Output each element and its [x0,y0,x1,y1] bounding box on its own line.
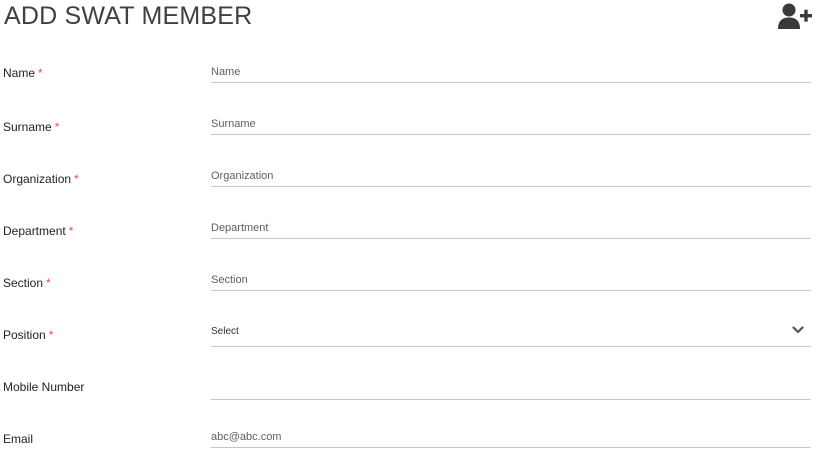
chevron-down-icon[interactable] [792,325,804,335]
name-row: Name * [0,60,817,112]
required-mark: * [68,224,74,238]
surname-row: Surname * [0,112,817,164]
section-label: Section * [3,276,51,290]
name-label: Name * [3,66,43,80]
section-label-text: Section [3,276,44,290]
position-select-value: Select [211,326,239,337]
email-input[interactable] [211,427,811,448]
required-mark: * [48,328,54,342]
mobile-label: Mobile Number [3,380,84,394]
position-row: Position * Select [0,320,817,372]
position-select[interactable]: Select [211,322,811,347]
organization-label: Organization * [3,172,79,186]
organization-row: Organization * [0,164,817,216]
department-label: Department * [3,224,73,238]
surname-label-text: Surname [3,120,52,134]
surname-input[interactable] [211,114,811,135]
required-mark: * [54,120,60,134]
required-mark: * [74,172,79,186]
email-row: Email [0,424,817,476]
add-user-icon[interactable] [777,2,813,30]
mobile-row: Mobile Number [0,372,817,424]
organization-label-text: Organization [3,172,72,186]
email-label-text: Email [3,432,34,446]
section-input[interactable] [211,270,811,291]
organization-input[interactable] [211,166,811,187]
mobile-number-input[interactable] [211,379,811,400]
department-row: Department * [0,216,817,268]
mobile-label-text: Mobile Number [3,380,85,394]
department-label-text: Department [3,224,66,238]
required-mark: * [46,276,51,290]
required-mark: * [38,66,43,80]
surname-label: Surname * [3,120,59,134]
page-title: ADD SWAT MEMBER [4,2,253,30]
name-input[interactable] [211,62,811,83]
department-input[interactable] [211,218,811,239]
section-row: Section * [0,268,817,320]
name-label-text: Name [3,66,36,80]
position-label-text: Position [3,328,46,342]
position-label: Position * [3,328,53,342]
email-label: Email [3,432,33,446]
